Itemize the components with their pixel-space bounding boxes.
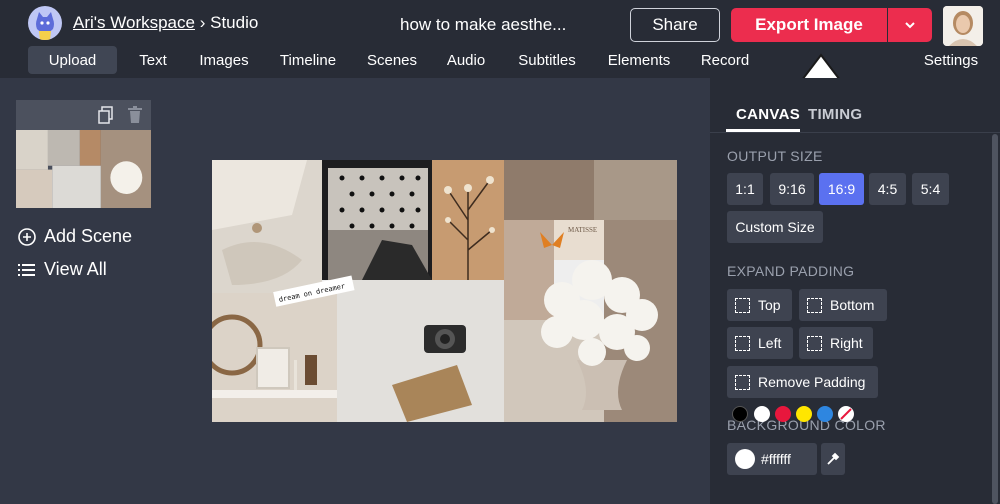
remove-padding-label: Remove Padding [758,374,866,390]
nav-subtitles[interactable]: Subtitles [510,46,584,74]
eyedropper-icon [827,452,840,465]
tab-canvas[interactable]: CANVAS [736,106,800,123]
dashed-box-icon [735,374,750,390]
view-all-button[interactable]: View All [18,259,107,280]
current-color-swatch [735,449,755,469]
padding-left-button[interactable]: Left [727,327,793,359]
padding-bottom-button[interactable]: Bottom [799,289,887,321]
avatar[interactable] [943,6,983,46]
workspace-link[interactable]: Ari's Workspace [73,13,195,32]
breadcrumb-section: Studio [210,13,259,32]
share-button[interactable]: Share [630,8,720,42]
output-size-label: OUTPUT SIZE [727,148,823,164]
chevron-down-icon [905,22,915,29]
size-option-16-9[interactable]: 16:9 [819,173,864,205]
collage-photo-flatlay [504,160,594,220]
size-option-1-1[interactable]: 1:1 [727,173,763,205]
padding-top-label: Top [758,297,781,313]
nav-scenes[interactable]: Scenes [362,46,422,74]
padding-bottom-label: Bottom [830,297,875,313]
breadcrumb: Ari's Workspace › Studio [73,13,258,33]
padding-left-label: Left [758,335,782,351]
view-all-label: View All [44,259,107,279]
project-title[interactable]: how to make aesthe... [400,15,566,35]
swatch-transparent[interactable] [838,406,854,422]
swatch-white[interactable] [754,406,770,422]
swatch-blue[interactable] [817,406,833,422]
eyedropper-button[interactable] [821,443,845,475]
nav-images[interactable]: Images [192,46,256,74]
top-bar: Ari's Workspace › Studio how to make aes… [0,0,1000,78]
breadcrumb-separator: › [199,13,206,32]
scene-card-toolbar [16,100,151,130]
dashed-box-icon [735,297,750,313]
size-option-5-4[interactable]: 5:4 [912,173,949,205]
padding-right-button[interactable]: Right [799,327,873,359]
padding-top-button[interactable]: Top [727,289,792,321]
nav-timeline[interactable]: Timeline [272,46,344,74]
background-color-value: #ffffff [761,451,791,467]
tab-divider [710,132,1000,133]
size-option-9-16[interactable]: 9:16 [770,173,814,205]
swatch-yellow[interactable] [796,406,812,422]
list-icon [18,263,35,276]
size-option-4-5[interactable]: 4:5 [869,173,906,205]
nav-text[interactable]: Text [128,46,178,74]
canvas-preview[interactable]: MATISSE dream on dreamer [212,160,677,422]
duplicate-icon[interactable] [98,106,114,124]
background-color-picker[interactable]: #ffffff [727,443,817,475]
export-dropdown-button[interactable] [888,8,932,42]
dashed-box-icon [735,335,750,351]
properties-panel: CANVAS TIMING OUTPUT SIZE 1:1 9:16 16:9 … [710,78,1000,504]
swatch-red[interactable] [775,406,791,422]
matisse-label: MATISSE [568,226,597,234]
nav-elements[interactable]: Elements [600,46,678,74]
export-image-button[interactable]: Export Image [731,8,887,42]
workspace-logo-icon[interactable] [28,6,62,40]
panel-scrollbar[interactable] [992,134,998,504]
expand-padding-label: EXPAND PADDING [727,263,855,279]
tab-timing[interactable]: TIMING [808,106,862,123]
add-scene-label: Add Scene [44,226,133,246]
plus-circle-icon [18,227,36,246]
custom-size-button[interactable]: Custom Size [727,211,823,243]
trash-icon[interactable] [127,106,143,124]
scene-card[interactable] [16,100,151,208]
add-scene-button[interactable]: Add Scene [18,226,132,247]
nav-audio[interactable]: Audio [440,46,492,74]
nav-settings[interactable]: Settings [918,46,984,74]
dashed-box-icon [807,297,822,313]
swatch-black[interactable] [732,406,748,422]
scene-thumbnail [16,130,151,208]
nav-record[interactable]: Record [696,46,754,74]
remove-padding-button[interactable]: Remove Padding [727,366,878,398]
padding-right-label: Right [830,335,863,351]
dashed-box-icon [807,335,822,351]
nav-upload[interactable]: Upload [28,46,117,74]
